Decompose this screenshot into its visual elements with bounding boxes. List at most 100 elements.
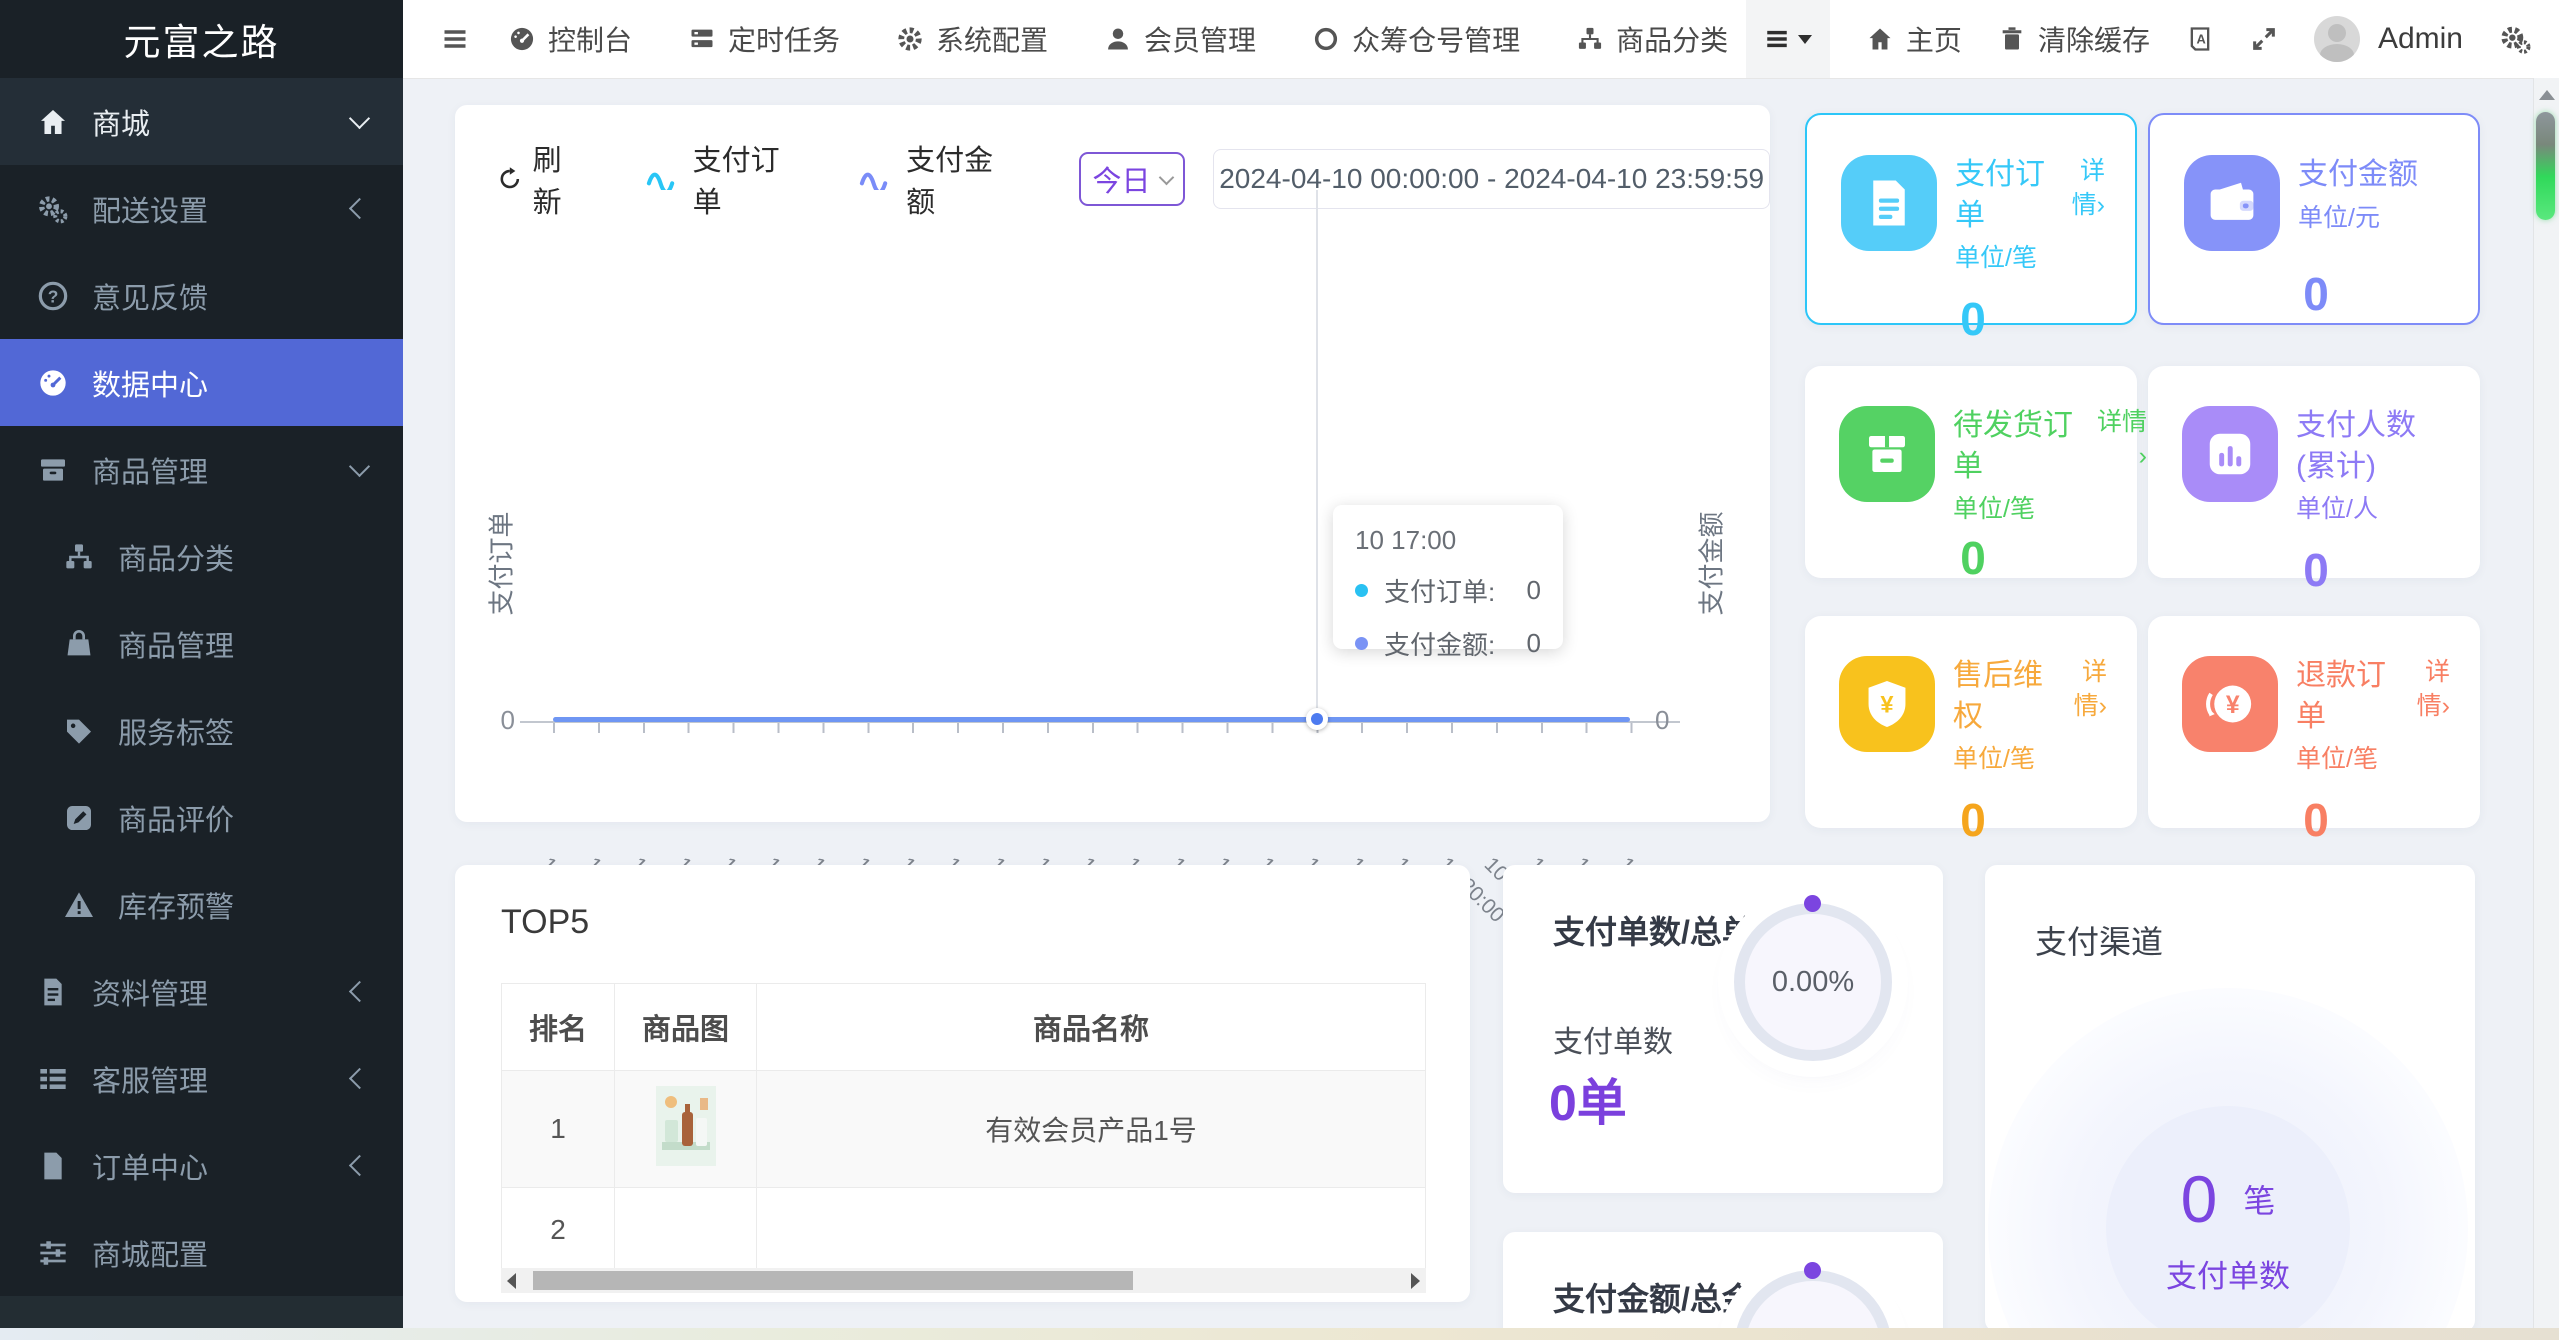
language-button[interactable]: A bbox=[2186, 25, 2214, 53]
stat-card-after-sales[interactable]: ¥ 售后维权 详情› 单位/笔 0 bbox=[1805, 616, 2137, 846]
sidebar-item-data-center[interactable]: 数据中心 bbox=[0, 339, 403, 426]
file-text-icon bbox=[36, 975, 70, 1009]
nav-item-system-config[interactable]: 系统配置 bbox=[896, 19, 1048, 59]
sidebar-item-product-reviews[interactable]: 商品评价 bbox=[0, 774, 403, 861]
shopping-bag-icon bbox=[62, 627, 96, 661]
navbar-right: 主页 清除缓存 A Admin bbox=[1745, 0, 2531, 78]
nav-item-product-category[interactable]: 商品分类 bbox=[1576, 19, 1728, 59]
package-icon bbox=[1839, 406, 1935, 502]
legend-pay-amount[interactable]: 支付金额 bbox=[859, 137, 1012, 221]
gauge-label: 支付单数 bbox=[1553, 1026, 1673, 1059]
gears-icon bbox=[2501, 26, 2531, 54]
nav-item-scheduled-tasks[interactable]: 定时任务 bbox=[688, 19, 840, 59]
sidebar-item-stock-warning[interactable]: 库存预警 bbox=[0, 861, 403, 948]
point-dot bbox=[1311, 713, 1323, 725]
sidebar-item-delivery-settings[interactable]: 配送设置 bbox=[0, 165, 403, 252]
scroll-right-arrow-icon[interactable] bbox=[1411, 1272, 1420, 1289]
chart-header: 刷新 支付订单 支付金额 今日 2024-04-10 00:00:00 - 20… bbox=[497, 137, 1770, 221]
sidebar-item-customer-service[interactable]: 客服管理 bbox=[0, 1035, 403, 1122]
file-icon bbox=[36, 1149, 70, 1183]
table-row[interactable]: 2 bbox=[501, 1187, 1426, 1273]
circle-icon bbox=[1314, 27, 1338, 51]
crosshair-gridline bbox=[1316, 190, 1318, 723]
stat-card-payers-total[interactable]: 支付人数(累计) 单位/人 0 bbox=[2148, 366, 2480, 596]
chevron-left-icon bbox=[348, 1154, 371, 1177]
top5-table: 排名 商品图 商品名称 1 有效会员产品1号 2 bbox=[501, 983, 1426, 1273]
chevron-left-icon bbox=[348, 1067, 371, 1090]
question-circle-icon: ? bbox=[36, 279, 70, 313]
highlighted-point[interactable] bbox=[1306, 708, 1328, 730]
bars-icon bbox=[444, 30, 466, 48]
stat-card-refund-orders[interactable]: ¥ 退款订单 详情› 单位/笔 0 bbox=[2148, 616, 2480, 846]
dashboard-screen: 元富之路 商城 配送设置 ? 意见反馈 数据中心 商品管理 商品分类 商品管理 … bbox=[0, 0, 2559, 1340]
sidebar-item-product-management[interactable]: 商品管理 bbox=[0, 426, 403, 513]
fullscreen-button[interactable] bbox=[2250, 25, 2278, 53]
channel-label: 支付单数 bbox=[2166, 1258, 2290, 1294]
sidebar-next-item-partial bbox=[0, 1296, 403, 1330]
date-range-selector[interactable]: 今日 bbox=[1078, 152, 1186, 206]
user-menu[interactable]: Admin bbox=[2313, 16, 2463, 62]
date-range-input[interactable]: 2024-04-10 00:00:00 - 2024-04-10 23:59:5… bbox=[1213, 149, 1770, 209]
detail-link[interactable]: 详情› bbox=[2057, 656, 2107, 724]
legend-pay-orders[interactable]: 支付订单 bbox=[646, 137, 799, 221]
chevron-left-icon bbox=[348, 980, 371, 1003]
refresh-button[interactable]: 刷新 bbox=[497, 137, 586, 221]
tooltip-title: 10 17:00 bbox=[1355, 525, 1457, 555]
sliders-icon bbox=[36, 1236, 70, 1270]
gear-icon bbox=[898, 27, 922, 51]
order-ratio-card: 支付单数/总单数 0.00% 支付单数 0单 bbox=[1503, 865, 1943, 1193]
nav-item-home[interactable]: 主页 bbox=[1866, 19, 1962, 59]
sidebar-item-product-category[interactable]: 商品分类 bbox=[0, 513, 403, 600]
stat-card-pay-amount[interactable]: 支付金额 单位/元 0 bbox=[2148, 113, 2480, 325]
detail-link[interactable]: 详情› bbox=[2056, 155, 2105, 223]
bar-chart-icon bbox=[2182, 406, 2278, 502]
gauge-percent: 0.00% bbox=[1771, 965, 1855, 998]
sitemap-icon bbox=[1578, 27, 1602, 49]
scroll-left-arrow-icon[interactable] bbox=[507, 1272, 516, 1289]
series-dot-icon bbox=[1355, 637, 1368, 650]
refresh-icon bbox=[500, 167, 520, 189]
sidebar-item-goods-management[interactable]: 商品管理 bbox=[0, 600, 403, 687]
sidebar-item-feedback[interactable]: ? 意见反馈 bbox=[0, 252, 403, 339]
scrollbar-thumb[interactable] bbox=[533, 1271, 1133, 1290]
gauge-dot bbox=[1804, 895, 1821, 912]
nav-item-clear-cache[interactable]: 清除缓存 bbox=[1998, 19, 2150, 59]
scroll-up-arrow-icon[interactable] bbox=[2539, 90, 2555, 100]
y-zero-left: 0 bbox=[500, 705, 515, 735]
channel-unit: 笔 bbox=[2243, 1182, 2276, 1219]
column-header-name: 商品名称 bbox=[756, 983, 1426, 1071]
sidebar-item-service-tags[interactable]: 服务标签 bbox=[0, 687, 403, 774]
sidebar-toggle-button[interactable] bbox=[430, 0, 480, 78]
nav-menu-dropdown-button[interactable] bbox=[1745, 0, 1830, 78]
detail-link[interactable]: 详情 › bbox=[2085, 406, 2147, 474]
table-row[interactable]: 1 有效会员产品1号 bbox=[501, 1070, 1426, 1188]
y-zero-right: 0 bbox=[1655, 705, 1670, 735]
axis-ticks bbox=[553, 723, 1633, 733]
series-line-zero bbox=[553, 717, 1630, 722]
user-icon bbox=[1108, 28, 1128, 50]
trash-icon bbox=[2002, 27, 2022, 50]
channel-circle: 0 笔 支付单数 bbox=[2106, 1106, 2350, 1332]
stat-card-pending-shipment[interactable]: 待发货订单 详情 › 单位/笔 0 bbox=[1805, 366, 2147, 584]
tooltip-row: 支付订单: 0 bbox=[1355, 572, 1541, 609]
svg-text:¥: ¥ bbox=[2226, 692, 2240, 719]
refund-yen-icon: ¥ bbox=[2182, 656, 2278, 752]
sidebar-item-material-management[interactable]: 资料管理 bbox=[0, 948, 403, 1035]
page-scrollbar[interactable] bbox=[2533, 78, 2559, 1330]
nav-item-member-management[interactable]: 会员管理 bbox=[1104, 19, 1256, 59]
nav-item-console[interactable]: 控制台 bbox=[508, 19, 632, 59]
settings-button[interactable] bbox=[2499, 23, 2531, 55]
sidebar-item-order-center[interactable]: 订单中心 bbox=[0, 1122, 403, 1209]
nav-item-crowdfunding-management[interactable]: 众筹仓号管理 bbox=[1312, 19, 1520, 59]
wallet-icon bbox=[2184, 155, 2280, 251]
top5-title: TOP5 bbox=[501, 903, 590, 941]
detail-link[interactable]: 详情› bbox=[2400, 656, 2450, 724]
invoice-icon bbox=[1841, 155, 1937, 251]
scrollbar-thumb[interactable] bbox=[2536, 112, 2555, 220]
expand-icon bbox=[2253, 28, 2275, 50]
stat-card-pay-orders[interactable]: 支付订单 详情› 单位/笔 0 bbox=[1805, 113, 2137, 345]
horizontal-scrollbar[interactable] bbox=[501, 1268, 1426, 1293]
chart-tooltip: 10 17:00 支付订单: 0 支付金额: 0 bbox=[1333, 505, 1563, 660]
sidebar-item-mall[interactable]: 商城 bbox=[0, 78, 403, 165]
sidebar-item-mall-config[interactable]: 商城配置 bbox=[0, 1209, 403, 1296]
